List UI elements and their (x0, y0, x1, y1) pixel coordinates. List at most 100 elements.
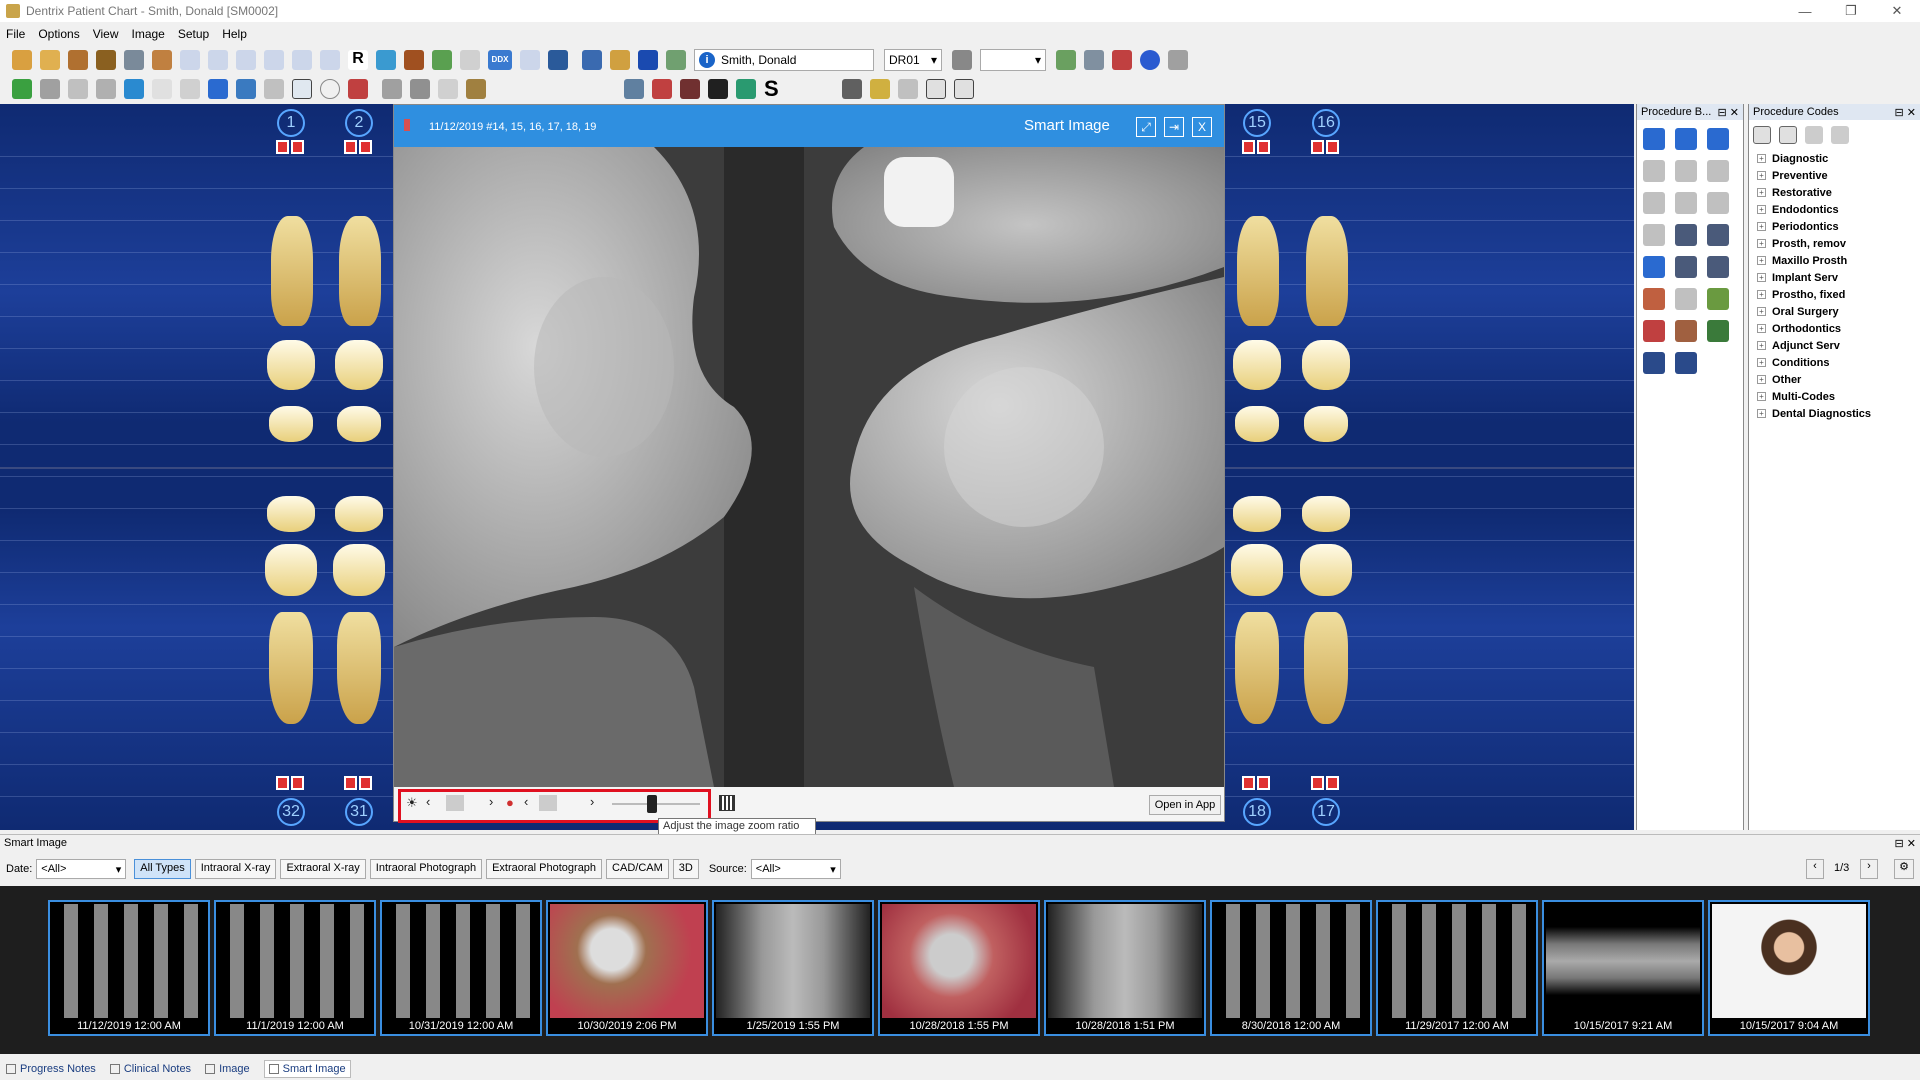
procedure-button-icon[interactable] (1675, 192, 1697, 214)
tooth-status-flags[interactable] (1242, 140, 1272, 154)
procedure-button-icon[interactable] (1643, 320, 1665, 342)
open-in-app-button[interactable]: Open in App (1149, 795, 1221, 815)
tooth-status-flags[interactable] (344, 776, 374, 790)
tooth-occlusal[interactable] (1233, 496, 1281, 532)
procedure-button-icon[interactable] (1675, 288, 1697, 310)
procedure-code-category[interactable]: + Prostho, fixed (1749, 286, 1920, 303)
brace-icon[interactable] (152, 79, 172, 99)
print-icon[interactable] (40, 79, 60, 99)
procedure-button-icon[interactable] (1643, 128, 1665, 150)
procedure-code-category[interactable]: + Diagnostic (1749, 150, 1920, 167)
refresh-chart-icon[interactable] (12, 79, 32, 99)
tooth-outline-icon[interactable] (320, 79, 340, 99)
restore-button[interactable]: ❐ (1828, 0, 1874, 22)
procedure-code-category[interactable]: + Conditions (1749, 354, 1920, 371)
expand-plus-icon[interactable]: + (1757, 188, 1766, 197)
image-thumbnail[interactable]: 10/28/2018 1:55 PM (878, 900, 1040, 1036)
image-thumbnail[interactable]: 11/12/2019 12:00 AM (48, 900, 210, 1036)
tooth-crown[interactable] (1300, 544, 1352, 596)
blue-tooth-icon[interactable] (208, 79, 228, 99)
expand-plus-icon[interactable]: + (1757, 171, 1766, 180)
type-3d-button[interactable]: 3D (672, 859, 699, 879)
referrals-icon[interactable] (432, 50, 452, 70)
close-window-button[interactable]: ✕ (1874, 0, 1920, 22)
procedure-code-category[interactable]: + Dental Diagnostics (1749, 405, 1920, 422)
tooth-number[interactable]: 15 (1243, 109, 1271, 137)
procedure-button-icon[interactable] (1643, 352, 1665, 374)
tooth-number[interactable]: 31 (345, 798, 373, 826)
procedure-code-category[interactable]: + Orthodontics (1749, 320, 1920, 337)
image-thumbnail[interactable]: 11/29/2017 12:00 AM (1376, 900, 1538, 1036)
panel-controls-icon[interactable]: ⊟ ✕ (1895, 837, 1917, 850)
expand-plus-icon[interactable]: + (1757, 273, 1766, 282)
pencil-icon[interactable] (870, 79, 890, 99)
expand-plus-icon[interactable]: + (1757, 239, 1766, 248)
ledger-icon[interactable] (68, 50, 88, 70)
tooth-occlusal[interactable] (1302, 496, 1350, 532)
procedure-button-icon[interactable] (1675, 256, 1697, 278)
procedure-code-category[interactable]: + Multi-Codes (1749, 388, 1920, 405)
people-icon[interactable] (466, 79, 486, 99)
procedure-code-category[interactable]: + Adjunct Serv (1749, 337, 1920, 354)
table-icon[interactable] (652, 79, 672, 99)
type-intraoral-photo-button[interactable]: Intraoral Photograph (369, 859, 483, 879)
image-thumbnail[interactable]: 1/25/2019 1:55 PM (712, 900, 874, 1036)
expand-plus-icon[interactable]: + (1757, 392, 1766, 401)
reports-icon[interactable] (236, 50, 256, 70)
patient-alert-icon[interactable] (610, 50, 630, 70)
tooth-crown[interactable] (267, 340, 315, 390)
contrast-slider[interactable] (539, 795, 557, 811)
image-thumbnail[interactable]: 10/15/2017 9:04 AM (1708, 900, 1870, 1036)
next-page-button[interactable]: › (1860, 859, 1878, 879)
procedure-code-category[interactable]: + Endodontics (1749, 201, 1920, 218)
menu-options[interactable]: Options (38, 27, 79, 41)
computer-icon[interactable] (520, 50, 540, 70)
type-cadcam-button[interactable]: CAD/CAM (606, 859, 669, 879)
tooth-crown[interactable] (1231, 544, 1283, 596)
brush-icon[interactable] (1805, 126, 1823, 144)
tooth-number[interactable]: 17 (1312, 798, 1340, 826)
layers-icon[interactable] (898, 79, 918, 99)
expand-plus-icon[interactable]: + (1757, 375, 1766, 384)
grid-dropdown-icon[interactable] (954, 79, 974, 99)
ddx-icon[interactable]: DDX (488, 50, 512, 70)
zoom-slider-thumb[interactable] (646, 795, 657, 813)
refresh-icon[interactable] (666, 50, 686, 70)
s-icon[interactable]: S (764, 78, 784, 100)
glasses-icon[interactable] (460, 50, 480, 70)
contrast-right-arrow[interactable]: › (590, 794, 594, 809)
image-thumbnail[interactable]: 10/28/2018 1:51 PM (1044, 900, 1206, 1036)
procedure-button-icon[interactable] (1707, 128, 1729, 150)
lab-case-icon[interactable] (404, 50, 424, 70)
close-viewer-button[interactable]: X (1192, 117, 1212, 137)
source-select[interactable]: <All> ▾ (750, 859, 841, 879)
family-file-icon[interactable] (96, 50, 116, 70)
chart-icon[interactable] (124, 50, 144, 70)
procedure-code-category[interactable]: + Preventive (1749, 167, 1920, 184)
expand-plus-icon[interactable]: + (1757, 324, 1766, 333)
procedure-button-icon[interactable] (1675, 128, 1697, 150)
notes-icon[interactable] (40, 50, 60, 70)
tooth-status-flags[interactable] (276, 140, 306, 154)
settings-gear-icon[interactable]: ⚙ (1894, 859, 1914, 879)
appointment-book-icon[interactable] (12, 50, 32, 70)
image-thumbnail[interactable]: 11/1/2019 12:00 AM (214, 900, 376, 1036)
tooth-status-flags[interactable] (1311, 776, 1341, 790)
panel-controls-icon[interactable]: ⊟ ✕ (1718, 106, 1740, 119)
expand-plus-icon[interactable]: + (1757, 205, 1766, 214)
eraser-icon[interactable] (1831, 126, 1849, 144)
grid-view-icon[interactable] (292, 79, 312, 99)
procedure-code-category[interactable]: + Other (1749, 371, 1920, 388)
expand-icon[interactable]: ⤢ (1136, 117, 1156, 137)
stack-icon[interactable] (624, 79, 644, 99)
procedure-button-icon[interactable] (1707, 192, 1729, 214)
procedure-button-icon[interactable] (1643, 288, 1665, 310)
procedure-code-category[interactable]: + Periodontics (1749, 218, 1920, 235)
xray-image[interactable] (394, 147, 1224, 787)
expand-plus-icon[interactable]: + (1757, 307, 1766, 316)
expand-plus-icon[interactable]: + (1757, 222, 1766, 231)
procedure-code-category[interactable]: + Oral Surgery (1749, 303, 1920, 320)
provider-select[interactable]: DR01 ▾ (884, 49, 942, 71)
type-intraoral-xray-button[interactable]: Intraoral X-ray (194, 859, 277, 879)
continuing-care-icon[interactable] (292, 50, 312, 70)
